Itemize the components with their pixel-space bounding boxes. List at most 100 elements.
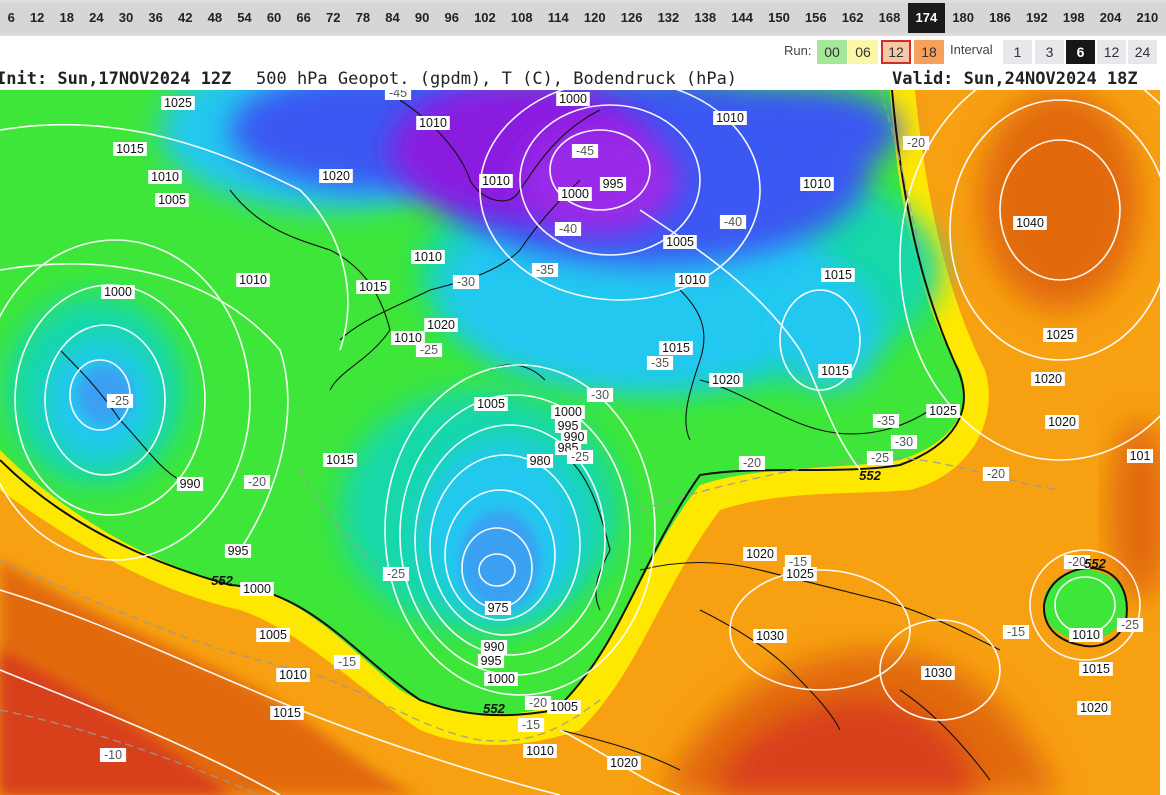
run-12-button[interactable]: 12 bbox=[881, 40, 911, 64]
pressure-label: 1020 bbox=[607, 756, 641, 770]
forecast-hour-30[interactable]: 30 bbox=[111, 3, 141, 33]
run-06-button[interactable]: 06 bbox=[848, 40, 878, 64]
forecast-hour-90[interactable]: 90 bbox=[407, 3, 437, 33]
pressure-value: 1020 bbox=[1048, 415, 1076, 429]
valid-time: Valid: Sun,24NOV2024 18Z bbox=[892, 69, 1138, 89]
forecast-hour-54[interactable]: 54 bbox=[229, 3, 260, 33]
pressure-value: 1010 bbox=[526, 744, 554, 758]
forecast-hour-144[interactable]: 144 bbox=[723, 3, 761, 33]
pressure-value: 1020 bbox=[427, 318, 455, 332]
interval-6-button[interactable]: 6 bbox=[1066, 40, 1095, 64]
forecast-hour-192[interactable]: 192 bbox=[1018, 3, 1056, 33]
pressure-value: 1025 bbox=[786, 567, 814, 581]
run-00-button[interactable]: 00 bbox=[817, 40, 847, 64]
temperature-value: -25 bbox=[111, 394, 129, 408]
forecast-hour-96[interactable]: 96 bbox=[436, 3, 467, 33]
pressure-value: 1010 bbox=[1072, 628, 1100, 642]
pressure-value: 1020 bbox=[1034, 372, 1062, 386]
forecast-hour-102[interactable]: 102 bbox=[466, 3, 504, 33]
interval-3-button[interactable]: 3 bbox=[1035, 40, 1064, 64]
pressure-label: 1025 bbox=[1043, 328, 1077, 342]
pressure-value: 1030 bbox=[924, 666, 952, 680]
forecast-hour-180[interactable]: 180 bbox=[944, 3, 982, 33]
forecast-hour-120[interactable]: 120 bbox=[576, 3, 614, 33]
pressure-label: 1010 bbox=[236, 273, 270, 287]
forecast-hour-162[interactable]: 162 bbox=[834, 3, 872, 33]
forecast-hour-72[interactable]: 72 bbox=[318, 3, 349, 33]
forecast-hour-12[interactable]: 12 bbox=[22, 3, 52, 33]
pressure-value: 1015 bbox=[326, 453, 354, 467]
temperature-value: -40 bbox=[724, 215, 742, 229]
pressure-value: 1010 bbox=[419, 116, 447, 130]
pressure-label: 1005 bbox=[663, 235, 697, 249]
forecast-hour-168[interactable]: 168 bbox=[871, 3, 908, 33]
forecast-hour-66[interactable]: 66 bbox=[288, 3, 319, 33]
pressure-label: 1000 bbox=[558, 187, 592, 201]
forecast-hour-42[interactable]: 42 bbox=[170, 3, 201, 33]
forecast-hour-6[interactable]: 6 bbox=[0, 3, 23, 33]
temperature-label: -15 bbox=[784, 555, 812, 569]
temperature-label: -25 bbox=[1116, 618, 1144, 632]
temperature-label: -25 bbox=[566, 450, 594, 464]
forecast-hour-84[interactable]: 84 bbox=[377, 3, 408, 33]
forecast-hour-138[interactable]: 138 bbox=[686, 3, 724, 33]
pressure-label: 1025 bbox=[926, 404, 960, 418]
temperature-value: -15 bbox=[522, 718, 540, 732]
pressure-label: 1020 bbox=[319, 169, 353, 183]
run-18-button[interactable]: 18 bbox=[914, 40, 944, 64]
forecast-hour-174[interactable]: 174 bbox=[907, 3, 945, 33]
pressure-label: 1010 bbox=[411, 250, 445, 264]
temperature-label: -35 bbox=[646, 356, 674, 370]
pressure-value: 1015 bbox=[116, 142, 144, 156]
temperature-value: -20 bbox=[907, 136, 925, 150]
forecast-hour-108[interactable]: 108 bbox=[503, 3, 541, 33]
pressure-label: 1010 bbox=[479, 174, 513, 188]
temperature-label: -45 bbox=[384, 90, 412, 100]
pressure-value: 1020 bbox=[712, 373, 740, 387]
forecast-hour-210[interactable]: 210 bbox=[1128, 3, 1166, 33]
interval-12-button[interactable]: 12 bbox=[1097, 40, 1126, 64]
temperature-value: -45 bbox=[389, 90, 407, 100]
interval-1-button[interactable]: 1 bbox=[1003, 40, 1032, 64]
forecast-hour-60[interactable]: 60 bbox=[259, 3, 289, 33]
forecast-hour-126[interactable]: 126 bbox=[613, 3, 651, 33]
forecast-hour-114[interactable]: 114 bbox=[540, 3, 577, 33]
pressure-value: 1010 bbox=[279, 668, 307, 682]
pressure-value: 1005 bbox=[550, 700, 578, 714]
forecast-hour-132[interactable]: 132 bbox=[650, 3, 687, 33]
height-552-label: 552 bbox=[483, 701, 505, 716]
interval-24-button[interactable]: 24 bbox=[1128, 40, 1157, 64]
forecast-hour-204[interactable]: 204 bbox=[1092, 3, 1129, 33]
pressure-value: 1025 bbox=[1046, 328, 1074, 342]
temperature-label: -45 bbox=[571, 144, 599, 158]
forecast-hour-150[interactable]: 150 bbox=[760, 3, 798, 33]
temperature-label: -35 bbox=[531, 263, 559, 277]
temperature-value: -25 bbox=[1121, 618, 1139, 632]
pressure-value: 1000 bbox=[561, 187, 589, 201]
pressure-value: 1010 bbox=[678, 273, 706, 287]
forecast-hour-48[interactable]: 48 bbox=[200, 3, 230, 33]
temperature-label: -30 bbox=[586, 388, 614, 402]
forecast-hour-36[interactable]: 36 bbox=[140, 3, 171, 33]
forecast-hour-156[interactable]: 156 bbox=[797, 3, 835, 33]
temperature-value: -25 bbox=[871, 451, 889, 465]
pressure-value: 1005 bbox=[259, 628, 287, 642]
pressure-label: 1010 bbox=[675, 273, 709, 287]
pressure-label: 1020 bbox=[424, 318, 458, 332]
forecast-hour-78[interactable]: 78 bbox=[348, 3, 378, 33]
pressure-label: 1025 bbox=[783, 567, 817, 581]
temperature-label: -25 bbox=[415, 343, 443, 357]
forecast-hour-198[interactable]: 198 bbox=[1055, 3, 1093, 33]
forecast-hour-24[interactable]: 24 bbox=[81, 3, 112, 33]
pressure-label: 1005 bbox=[155, 193, 189, 207]
pressure-value: 975 bbox=[488, 601, 509, 615]
pressure-label: 980 bbox=[526, 454, 554, 468]
pressure-value: 1030 bbox=[756, 629, 784, 643]
forecast-hour-18[interactable]: 18 bbox=[51, 3, 82, 33]
map-header: Init: Sun,17NOV2024 12Z 500 hPa Geopot. … bbox=[0, 68, 1166, 90]
pressure-value: 1000 bbox=[243, 582, 271, 596]
temperature-value: -20 bbox=[987, 467, 1005, 481]
pressure-value: 1005 bbox=[666, 235, 694, 249]
pressure-label: 1020 bbox=[1045, 415, 1079, 429]
forecast-hour-186[interactable]: 186 bbox=[981, 3, 1019, 33]
